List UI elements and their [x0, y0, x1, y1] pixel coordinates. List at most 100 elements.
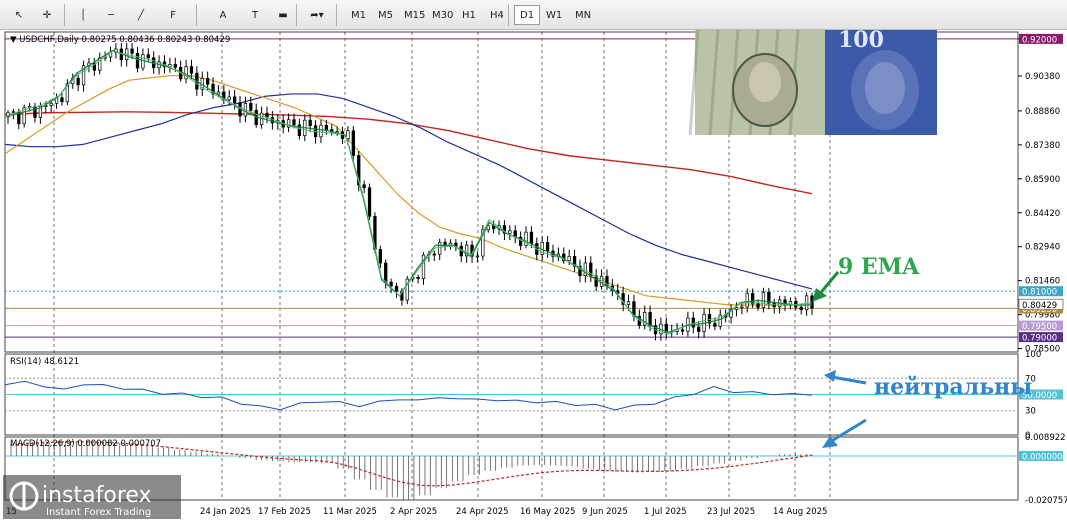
candle-body — [432, 253, 436, 256]
x-tick-label: 14 Aug 2025 — [773, 507, 827, 517]
candle-body — [232, 96, 237, 104]
cursor-icon[interactable]: ↖ — [8, 5, 30, 25]
candle-body — [367, 187, 372, 217]
x-tick-label: 17 Feb 2025 — [258, 507, 311, 517]
rsi-title: RSI(14) 48.6121 — [10, 357, 79, 367]
timeframe-m15[interactable]: M15 — [399, 5, 430, 25]
fibonacci-icon[interactable]: F — [162, 5, 184, 25]
candle-body — [394, 285, 399, 292]
price-title: ▼ USDCHF,Daily 0.80275 0.80436 0.80243 0… — [10, 35, 230, 45]
macd-tick-label: 0.008922 — [1025, 433, 1066, 443]
candle-body — [761, 291, 766, 308]
current-price-label: 0.80429 — [1022, 301, 1057, 311]
price-tick-label: 0.88860 — [1025, 107, 1060, 117]
level-label: 0.79000 — [1022, 334, 1057, 344]
level-label: 0.92000 — [1022, 35, 1057, 45]
candle-body — [319, 124, 323, 138]
candle-body — [508, 230, 512, 234]
candle-body — [648, 312, 652, 327]
x-tick-label: 23 Jul 2025 — [707, 507, 755, 517]
price-tick-label: 0.82940 — [1025, 243, 1060, 253]
candle-body — [308, 119, 312, 127]
price-tick-label: 0.84420 — [1025, 209, 1060, 219]
candle-body — [206, 78, 210, 85]
ema-annotation: 9 EMA — [838, 254, 920, 280]
x-tick-label: 11 Mar 2025 — [323, 507, 377, 517]
crosshair-icon[interactable]: ✛ — [36, 5, 58, 25]
macd-tick-label: -0.020757 — [1025, 496, 1067, 506]
candle-body — [173, 64, 177, 68]
text-icon[interactable]: A — [212, 5, 234, 25]
text-label-icon[interactable]: T — [244, 5, 266, 25]
candle-body — [33, 106, 37, 118]
price-tick-label: 0.87380 — [1025, 141, 1060, 151]
timeframe-h1[interactable]: H1 — [457, 5, 481, 25]
rsi-tick-label: 100 — [1025, 350, 1041, 360]
level-label: 0.81000 — [1022, 288, 1057, 298]
candle-body — [713, 322, 717, 327]
candle-body — [76, 77, 80, 86]
candle-body — [750, 293, 755, 305]
candle-body — [626, 301, 631, 305]
x-tick-label: 2 Apr 2025 — [390, 507, 437, 517]
candle-body — [475, 255, 480, 258]
candle-body — [734, 307, 739, 310]
trendline-icon[interactable]: ╱ — [130, 5, 152, 25]
candle-body — [680, 329, 685, 332]
price-tick-label: 0.85900 — [1025, 175, 1060, 185]
timeframe-m5[interactable]: M5 — [373, 5, 398, 25]
timeframe-mn[interactable]: MN — [570, 5, 596, 25]
candle-body — [756, 303, 760, 308]
rectangle-icon[interactable]: ▬ — [272, 5, 294, 25]
x-tick-label: 16 May 2025 — [520, 507, 575, 517]
usd-portrait-face — [749, 62, 781, 102]
price-tick-label: 0.90380 — [1025, 72, 1060, 82]
currency-photo: 100 — [688, 30, 937, 136]
x-tick-label: 24 Jan 2025 — [200, 507, 251, 517]
candle-body — [799, 306, 803, 311]
candle-body — [351, 130, 355, 156]
candle-body — [141, 54, 145, 69]
vertical-line-icon[interactable]: │ — [72, 5, 94, 25]
candle-body — [740, 306, 744, 309]
timeframe-m1[interactable]: M1 — [346, 5, 371, 25]
watermark-brand: instaforex — [42, 483, 152, 508]
rsi-tick-label: 30 — [1025, 407, 1036, 417]
candle-body — [227, 96, 231, 101]
candle-body — [49, 102, 53, 106]
macd-title: MACD(12,26,9) 0.000082 0.000707 — [10, 439, 161, 449]
timeframe-h4[interactable]: H4 — [485, 5, 509, 25]
candle-body — [249, 103, 253, 111]
candle-body — [438, 241, 442, 255]
neutral-annotation: нейтральны — [874, 374, 1032, 400]
candle-body — [697, 326, 701, 332]
candle-body — [189, 66, 194, 74]
macd-zero-label: 0.000000 — [1022, 452, 1063, 462]
candle-body — [545, 242, 550, 252]
arrows-icon[interactable]: ➦▾ — [306, 5, 328, 25]
candle-body — [529, 231, 534, 244]
candle-body — [567, 256, 571, 262]
x-tick-label: 9 Jun 2025 — [582, 507, 628, 517]
timeframe-w1[interactable]: W1 — [541, 5, 567, 25]
timeframe-m30[interactable]: M30 — [427, 5, 458, 25]
candle-body — [384, 262, 388, 283]
candle-body — [146, 54, 150, 59]
candle-body — [130, 48, 134, 54]
x-tick-label: 1 Jul 2025 — [644, 507, 687, 517]
horizontal-line-icon[interactable]: ─ — [100, 5, 122, 25]
x-tick-label: 24 Apr 2025 — [456, 507, 509, 517]
timeframe-d1[interactable]: D1 — [514, 5, 541, 25]
candle-body — [292, 119, 296, 126]
chart-toolbar: ↖ ✛ │ ─ ╱ F A T ▬ ➦▾ M1 M5 M15 M30 H1 H4 D1 W1 MN — [0, 0, 1067, 30]
level-label: 0.79500 — [1022, 322, 1057, 332]
candle-body — [362, 184, 366, 189]
candle-body — [324, 124, 329, 130]
chf-denomination: 100 — [838, 30, 884, 53]
price-tick-label: 0.81460 — [1025, 277, 1060, 287]
candle-body — [745, 293, 749, 308]
candle-body — [378, 249, 382, 264]
candle-body — [135, 53, 140, 69]
chart-area: 0.92000 0.90380 0.88860 0.87380 0.85900 0.844… — [3, 30, 1067, 519]
candle-body — [810, 295, 814, 309]
